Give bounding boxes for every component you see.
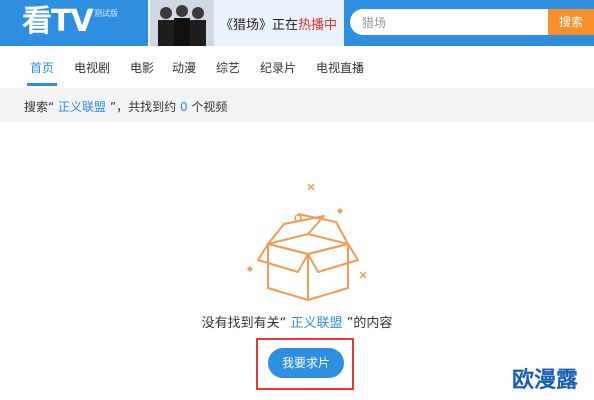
search-button[interactable]: 搜索 (548, 9, 594, 35)
empty-prefix: 没有找到有关“ (201, 316, 287, 331)
empty-message: 没有找到有关“ 正义联盟 ”的内容 (0, 312, 594, 331)
app-logo[interactable]: 看TV (22, 4, 94, 40)
search-box (350, 9, 548, 37)
result-prefix: 搜索“ (24, 100, 55, 114)
promo-banner[interactable]: 《猎场》正在热播中 (148, 0, 344, 46)
empty-box-icon (247, 183, 367, 301)
tab-tv-series[interactable]: 电视剧 (74, 59, 110, 76)
tab-movies[interactable]: 电影 (130, 59, 154, 76)
empty-suffix: ”的内容 (346, 316, 393, 331)
cast-photo-icon (150, 0, 214, 46)
tab-home[interactable]: 首页 (30, 59, 54, 76)
tab-anime[interactable]: 动漫 (172, 59, 196, 76)
highlight-frame (256, 338, 354, 390)
nav-tabs: 首页 电视剧 电影 动漫 综艺 纪录片 电视直播 (0, 46, 594, 88)
tab-variety[interactable]: 综艺 (216, 59, 240, 76)
banner-title: 《猎场》正在 (220, 18, 299, 33)
result-query: 正义联盟 (58, 100, 107, 114)
result-summary: 搜索“ 正义联盟 ”，共找到约 0 个视频 (24, 98, 227, 115)
result-count: 0 (179, 100, 188, 114)
banner-hot-label: 热播中 (298, 18, 338, 33)
result-suffix: 个视频 (191, 100, 228, 114)
search-input[interactable] (350, 9, 544, 37)
active-tab-indicator (27, 83, 57, 86)
banner-text: 《猎场》正在热播中 (220, 14, 337, 33)
result-middle: ”，共找到约 (109, 100, 177, 114)
tab-tv-live[interactable]: 电视直播 (316, 59, 364, 76)
empty-query: 正义联盟 (290, 316, 343, 331)
watermark-text: 欧漫露 (512, 368, 579, 393)
search-result-bar: 搜索“ 正义联盟 ”，共找到约 0 个视频 (0, 88, 594, 122)
top-header: 看TV 测试版 《猎场》正在热播中 搜索 (0, 0, 594, 46)
beta-label: 测试版 (94, 9, 118, 18)
tab-documentary[interactable]: 纪录片 (260, 59, 296, 76)
